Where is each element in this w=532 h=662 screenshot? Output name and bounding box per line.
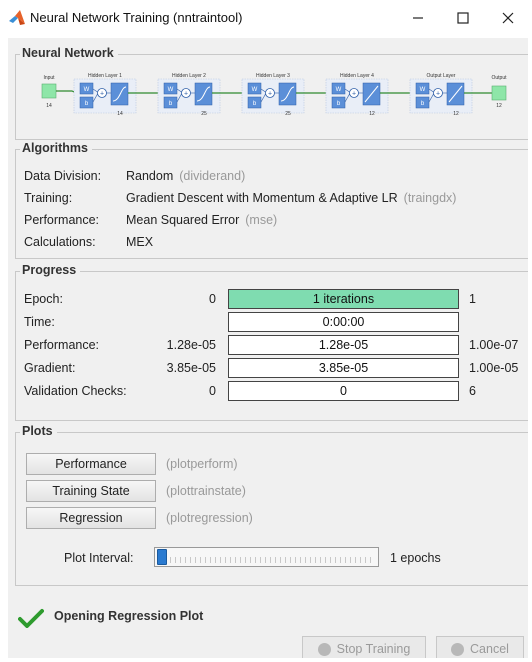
transfer-box [278, 82, 297, 106]
performance-fn: (mse) [245, 213, 278, 227]
sum-label: + [184, 91, 188, 98]
close-button[interactable] [486, 4, 530, 32]
input-label: Input [43, 75, 55, 81]
layer-label: Output Layer [427, 73, 456, 79]
data-division-label: Data Division: [24, 169, 102, 183]
minimize-button[interactable] [396, 4, 440, 32]
maximize-icon [457, 12, 469, 24]
sum-label: + [268, 91, 272, 98]
cancel-icon [451, 642, 465, 656]
weight-label: W [420, 87, 426, 93]
output-size: 12 [496, 103, 502, 109]
layer-label: Hidden Layer 1 [88, 73, 122, 79]
maximize-button[interactable] [441, 4, 485, 32]
matlab-logo-icon [9, 10, 25, 25]
output-label: Output [491, 75, 507, 81]
stop-icon [317, 642, 331, 656]
plot-interval-slider[interactable] [154, 547, 379, 567]
layer-label: Hidden Layer 4 [340, 73, 374, 79]
performance-plot-button[interactable]: Performance [26, 453, 156, 475]
performance-plot-fn: (plotperform) [166, 457, 238, 471]
validation-checks-progress-bar: 0 [228, 381, 459, 401]
close-icon [502, 12, 514, 24]
stop-training-label: Stop Training [336, 642, 411, 656]
network-diagram: Input14Hidden Layer 1Wb+14Hidden Layer 2… [41, 73, 507, 117]
layer-size: 14 [117, 111, 123, 117]
time-current: 0:00:00 [322, 315, 365, 329]
stop-training-button[interactable]: Stop Training [302, 636, 426, 658]
validation-checks-start: 0 [209, 384, 216, 398]
data-division-value: Random (dividerand) [126, 169, 246, 183]
layer-size: 12 [369, 111, 375, 117]
window-client-area: Neural Network Input 14 Hidden Layer 1 Wb +1… [8, 38, 528, 658]
sum-label: + [100, 91, 104, 98]
checkmark-icon [18, 609, 44, 628]
epoch-start: 0 [209, 292, 216, 306]
performance-start: 1.28e-05 [166, 338, 216, 352]
layer-size: 25 [201, 111, 207, 117]
plot-interval-label: Plot Interval: [64, 551, 134, 565]
slider-ticks [165, 557, 372, 563]
weight-label: W [84, 87, 90, 93]
calculations-label: Calculations: [24, 235, 96, 249]
cancel-button[interactable]: Cancel [436, 636, 524, 658]
sum-label: + [352, 91, 356, 98]
layer-label: Hidden Layer 3 [256, 73, 290, 79]
input-size: 14 [46, 103, 52, 109]
time-label: Time: [24, 315, 55, 329]
transfer-box [110, 82, 129, 106]
epoch-progress-bar: 1 iterations [228, 289, 459, 309]
weight-label: W [252, 87, 258, 93]
output-node [491, 85, 507, 101]
epoch-current: 1 iterations [312, 292, 375, 306]
epoch-end: 1 [469, 292, 476, 306]
performance-end: 1.00e-07 [469, 338, 519, 352]
layer-label: Hidden Layer 2 [172, 73, 206, 79]
input-node [41, 83, 57, 99]
gradient-current: 3.85e-05 [318, 361, 369, 375]
training-value: Gradient Descent with Momentum & Adaptiv… [126, 191, 457, 205]
layer-size: 25 [285, 111, 291, 117]
training-label: Training: [24, 191, 73, 205]
progress-panel: Progress Epoch: 0 1 iterations 1 Time: 0… [15, 263, 528, 421]
slider-thumb[interactable] [157, 549, 167, 565]
neural-network-panel: Neural Network Input 14 Hidden Layer 1 Wb +1… [15, 46, 528, 140]
transfer-box [194, 82, 213, 106]
time-progress-bar: 0:00:00 [228, 312, 459, 332]
panel-title: Plots [20, 424, 57, 438]
window-title: Neural Network Training (nntraintool) [30, 10, 243, 25]
performance-label: Performance: [24, 213, 100, 227]
data-division-fn: (dividerand) [179, 169, 246, 183]
training-fn: (traingdx) [403, 191, 457, 205]
gradient-progress-bar: 3.85e-05 [228, 358, 459, 378]
gradient-end: 1.00e-05 [469, 361, 519, 375]
validation-checks-current: 0 [340, 384, 347, 398]
panel-title: Progress [20, 263, 81, 277]
performance-current: 1.28e-05 [318, 338, 369, 352]
validation-checks-end: 6 [469, 384, 476, 398]
sum-label: + [436, 91, 440, 98]
cancel-label: Cancel [470, 642, 509, 656]
minimize-icon [413, 17, 423, 19]
plots-panel: Plots Performance (plotperform) Training… [15, 424, 528, 586]
panel-title: Algorithms [20, 141, 92, 155]
regression-plot-fn: (plotregression) [166, 511, 253, 525]
plot-interval-value: 1 epochs [390, 551, 441, 565]
weight-label: W [168, 87, 174, 93]
title-bar: Neural Network Training (nntraintool) [0, 0, 532, 36]
performance-progress-bar: 1.28e-05 [228, 335, 459, 355]
gradient-start: 3.85e-05 [166, 361, 216, 375]
weight-label: W [336, 87, 342, 93]
connection-line [56, 90, 77, 94]
calculations-value: MEX [126, 235, 154, 249]
panel-title: Neural Network [20, 46, 118, 60]
layer-size: 12 [453, 111, 459, 117]
training-state-plot-button[interactable]: Training State [26, 480, 156, 502]
status-message: Opening Regression Plot [54, 609, 204, 623]
algorithms-panel: Algorithms Data Division: Random (divider… [15, 141, 528, 259]
performance-value: Mean Squared Error (mse) [126, 213, 278, 227]
training-state-plot-fn: (plottrainstate) [166, 484, 246, 498]
regression-plot-button[interactable]: Regression [26, 507, 156, 529]
